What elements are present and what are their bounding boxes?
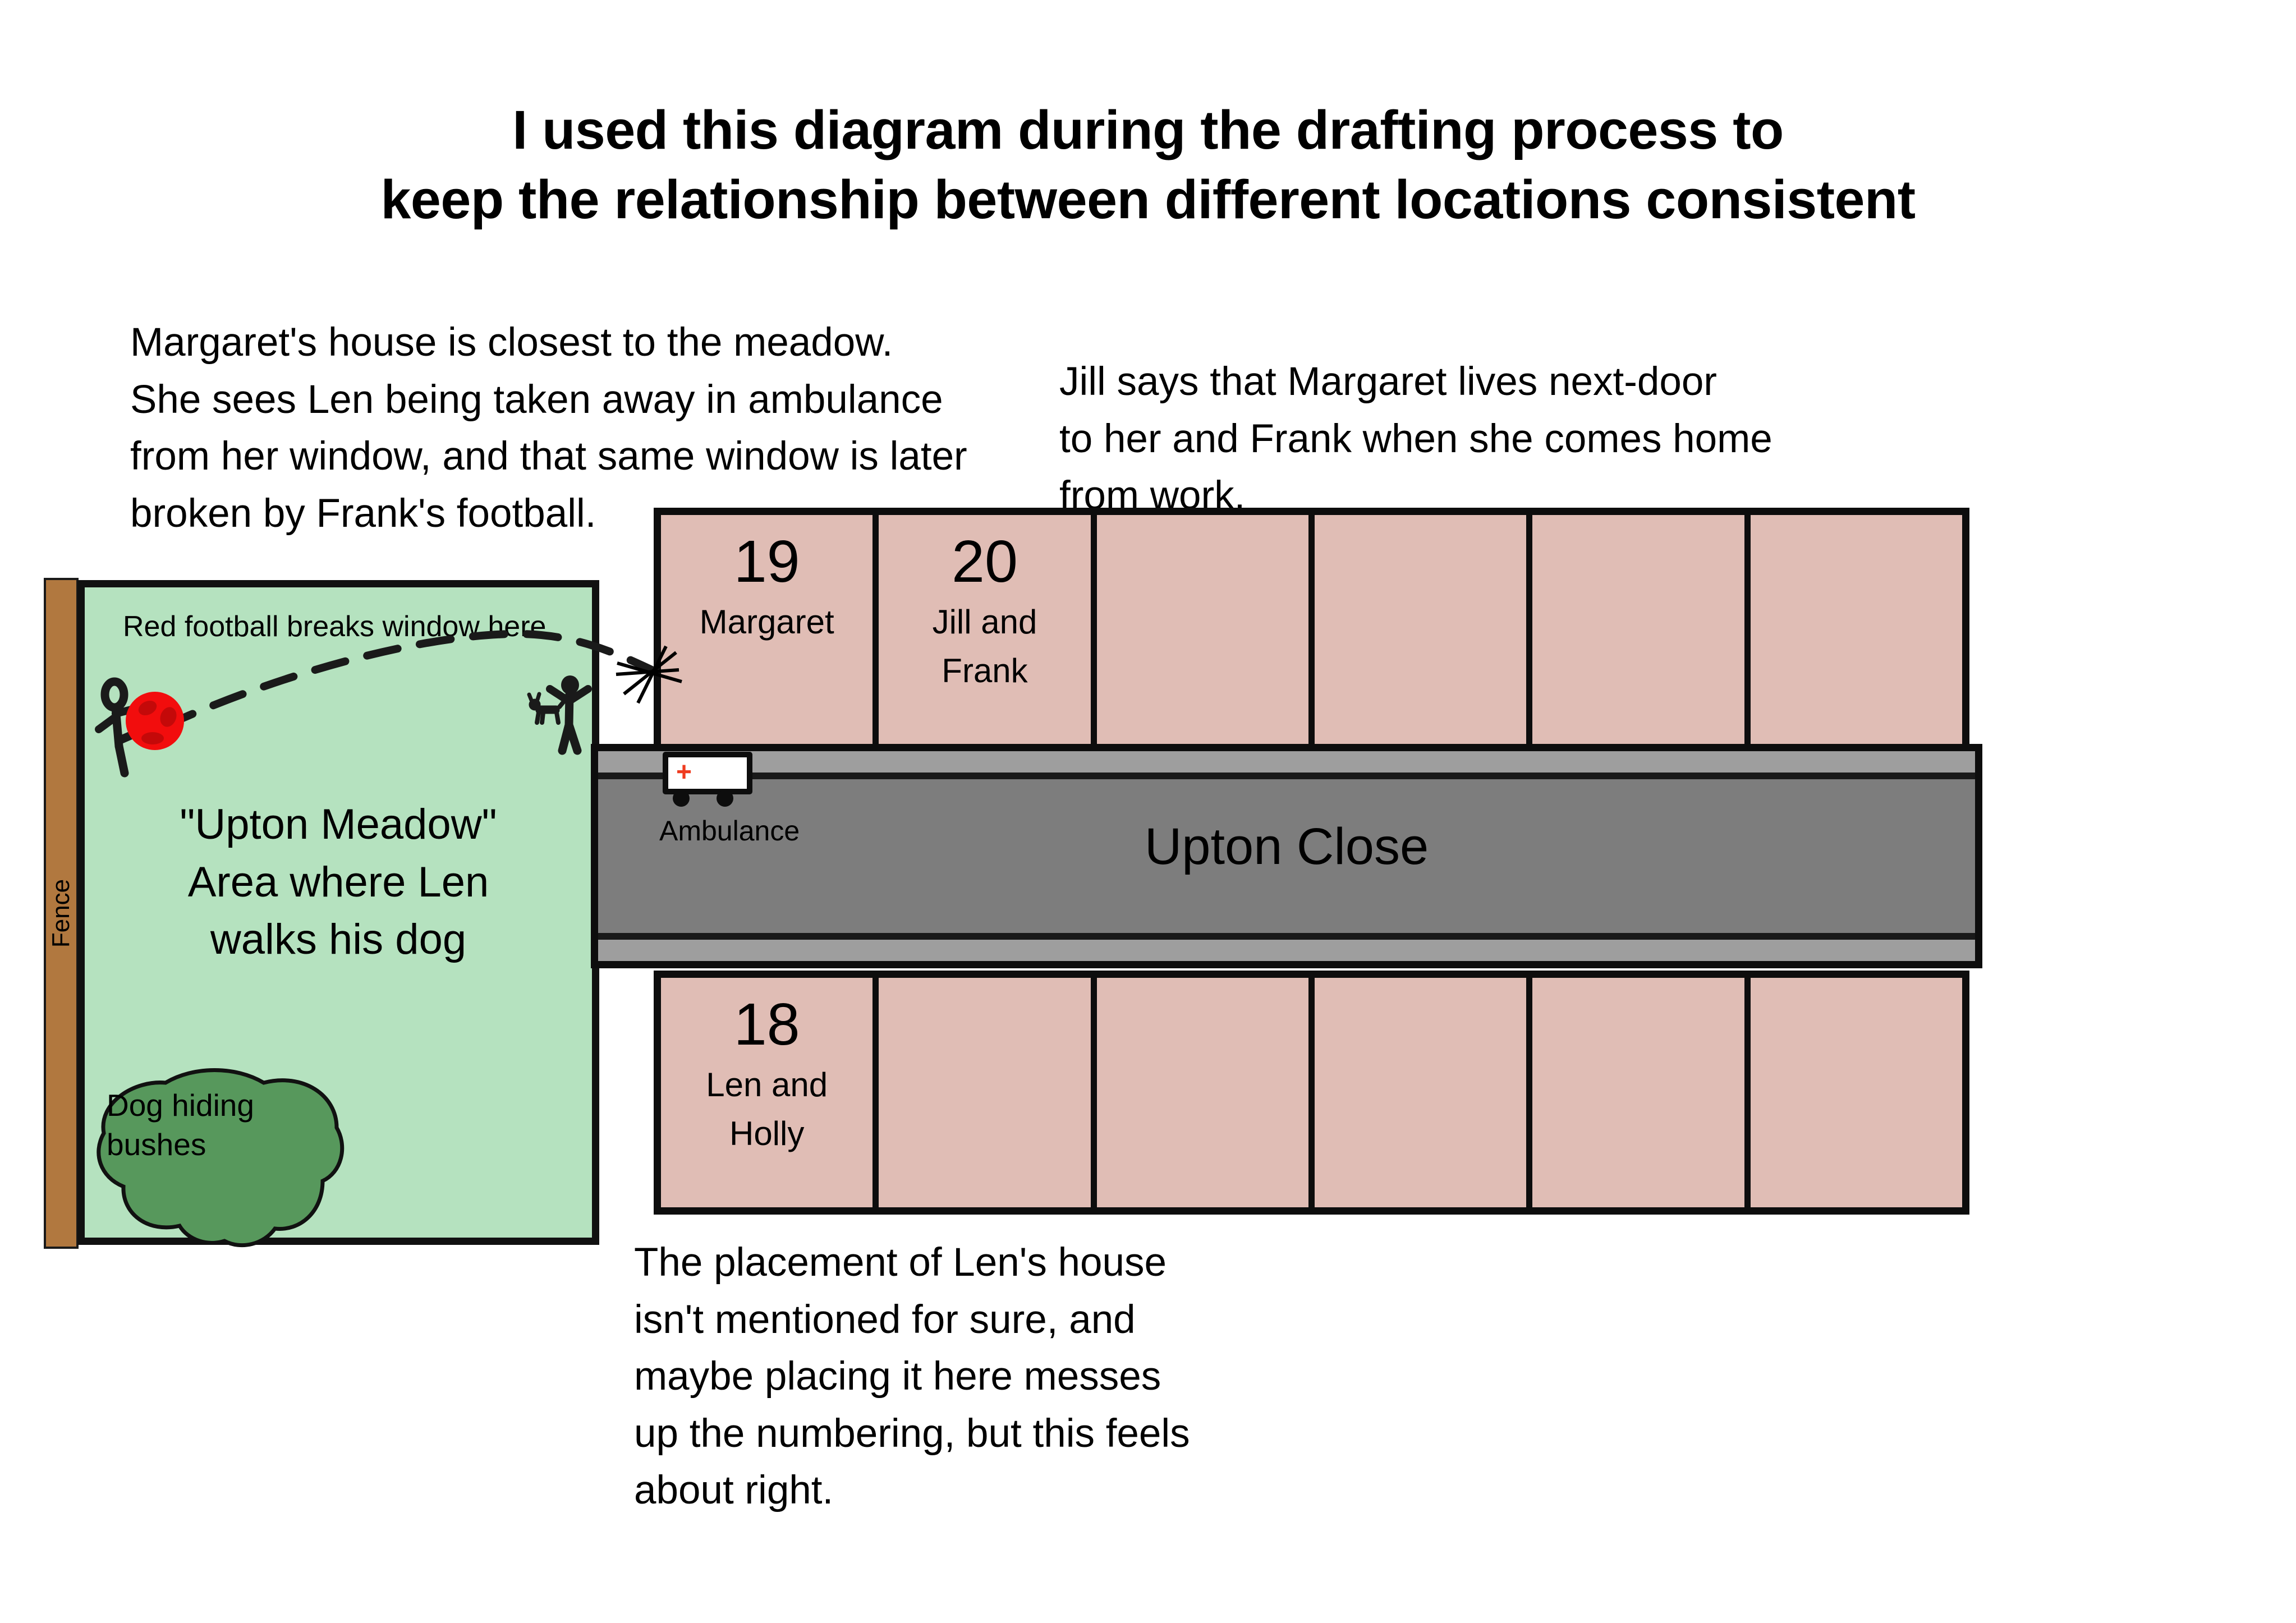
house-south-1[interactable] — [879, 978, 1091, 1207]
house-row-south: 18 Len and Holly — [654, 971, 1969, 1215]
house-south-5[interactable] — [1750, 978, 1962, 1207]
meadow-title-line-2: Area where Len — [187, 858, 489, 906]
road-name-label: Upton Close — [1144, 818, 1429, 875]
house-north-5[interactable] — [1750, 515, 1962, 747]
red-cross-icon: + — [676, 757, 692, 787]
house-north-4[interactable] — [1532, 515, 1744, 747]
title-line-2: keep the relationship between different … — [380, 169, 1916, 231]
pavement-north — [598, 751, 1975, 779]
house-south-2[interactable] — [1096, 978, 1308, 1207]
pavement-south — [598, 933, 1975, 961]
page-title: I used this diagram during the drafting … — [0, 95, 2296, 235]
fence: Fence — [44, 578, 79, 1249]
house-north-3[interactable] — [1314, 515, 1527, 747]
house-row-north: 19 Margaret 20 Jill and Frank — [654, 508, 1969, 755]
house-south-0[interactable]: 18 Len and Holly — [661, 978, 873, 1207]
fence-label: Fence — [47, 879, 75, 948]
diagram-canvas: I used this diagram during the drafting … — [0, 0, 2296, 1623]
title-line-1: I used this diagram during the drafting … — [512, 99, 1784, 160]
meadow-title: "Upton Meadow" Area where Len walks his … — [85, 796, 592, 969]
meadow-title-line-3: walks his dog — [210, 916, 467, 964]
football-breaks-window-note: Red football breaks window here — [123, 610, 547, 643]
house-north-2[interactable] — [1096, 515, 1308, 747]
house-north-1[interactable]: 20 Jill and Frank — [879, 515, 1091, 747]
house-number: 20 — [952, 528, 1018, 595]
house-number: 18 — [733, 991, 800, 1058]
house-occupants: Len and Holly — [706, 1066, 828, 1153]
house-number: 19 — [733, 528, 800, 595]
annotation-len-house-placement: The placement of Len's house isn't menti… — [634, 1240, 1190, 1513]
house-north-0[interactable]: 19 Margaret — [661, 515, 873, 747]
upton-close-road: Upton Close — [591, 744, 1982, 968]
house-south-4[interactable] — [1532, 978, 1744, 1207]
house-occupants: Margaret — [699, 603, 834, 641]
ambulance-wheel-back — [717, 790, 733, 807]
ambulance-body: + — [663, 752, 752, 794]
annotation-jill-next-door: Jill says that Margaret lives next-door … — [1059, 360, 1772, 518]
meadow-title-line-1: "Upton Meadow" — [180, 801, 497, 848]
ambulance-label: Ambulance — [659, 815, 800, 847]
dog-hiding-bushes-label: Dog hiding bushes — [107, 1088, 254, 1162]
ambulance-wheel-front — [673, 790, 690, 807]
house-occupants: Jill and Frank — [932, 603, 1037, 690]
house-south-3[interactable] — [1314, 978, 1527, 1207]
ambulance: + Ambulance — [659, 752, 800, 847]
